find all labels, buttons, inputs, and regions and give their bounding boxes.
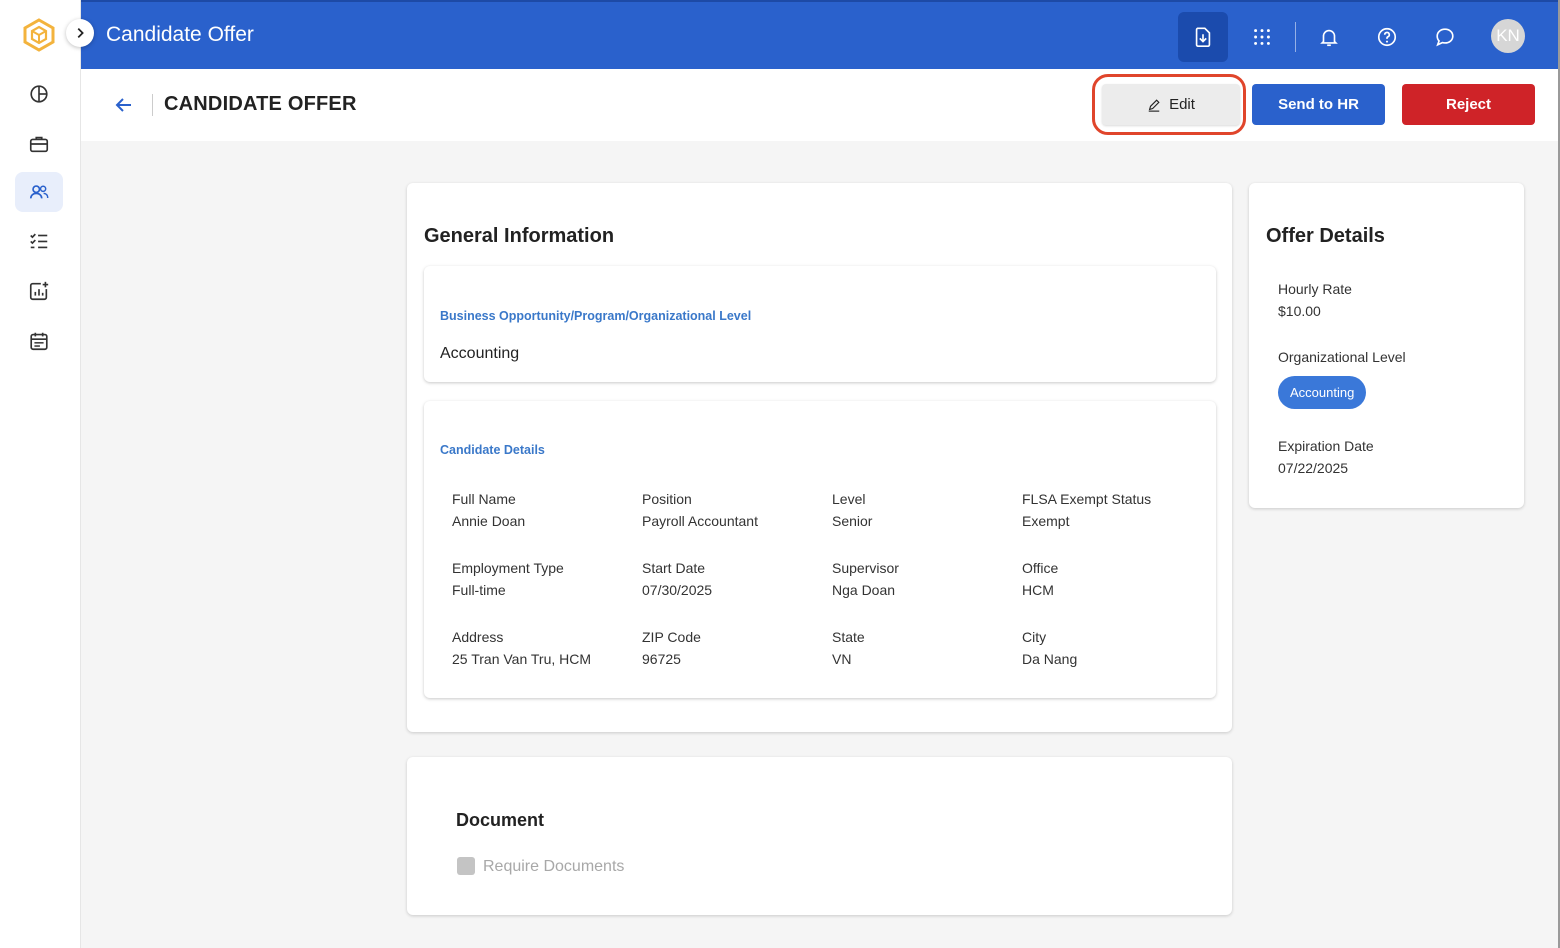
hourly-rate-label: Hourly Rate [1278, 281, 1352, 297]
field-label: Office [1022, 560, 1059, 576]
candidate-details-label: Candidate Details [440, 443, 545, 457]
field-value: HCM [1022, 582, 1054, 598]
org-level-label: Organizational Level [1278, 349, 1406, 365]
calendar-icon [30, 332, 48, 351]
download-document-icon [1195, 27, 1211, 47]
expiration-date-label: Expiration Date [1278, 438, 1374, 454]
field-position: Position Payroll Accountant [642, 491, 822, 529]
sidebar-item-jobs[interactable] [15, 124, 63, 164]
general-information-card: General Information Business Opportunity… [407, 183, 1232, 732]
general-information-title: General Information [424, 225, 615, 247]
apps-grid-button[interactable] [1237, 12, 1287, 62]
offer-details-card: Offer Details Hourly Rate $10.00 Organiz… [1249, 183, 1524, 508]
document-title: Document [456, 810, 545, 830]
help-icon [1377, 27, 1397, 47]
field-office: Office HCM [1022, 560, 1202, 598]
field-value: VN [832, 651, 852, 667]
business-opportunity-value: Accounting [440, 345, 520, 362]
business-opportunity-label: Business Opportunity/Program/Organizatio… [440, 309, 752, 323]
field-value: 07/30/2025 [642, 582, 713, 598]
help-button[interactable] [1362, 12, 1412, 62]
page-header: CANDIDATE OFFER Edit Send to HR Reject [81, 69, 1560, 141]
field-city: City Da Nang [1022, 629, 1202, 667]
field-start-date: Start Date 07/30/2025 [642, 560, 822, 598]
checklist-icon [30, 233, 48, 249]
field-value: Nga Doan [832, 582, 896, 598]
field-label: Start Date [642, 560, 706, 576]
hourly-rate-value: $10.00 [1278, 303, 1321, 319]
field-value: 25 Tran Van Tru, HCM [452, 651, 592, 667]
apps-grid-icon [1254, 29, 1270, 45]
back-button[interactable] [113, 94, 135, 116]
field-zip-code: ZIP Code 96725 [642, 629, 822, 667]
field-label: State [832, 629, 865, 645]
field-level: Level Senior [832, 491, 1012, 529]
top-bar: Candidate Offer KN [81, 0, 1560, 69]
field-label: ZIP Code [642, 629, 701, 645]
field-value: Senior [832, 513, 873, 529]
notifications-button[interactable] [1304, 12, 1354, 62]
bell-icon [1320, 29, 1338, 47]
arrow-left-icon [115, 98, 131, 112]
sidebar-item-calendar[interactable] [15, 321, 63, 361]
field-value: Full-time [452, 582, 506, 598]
document-card: Document Require Documents [407, 757, 1232, 915]
field-label: Supervisor [832, 560, 899, 576]
field-label: Employment Type [452, 560, 564, 576]
field-label: FLSA Exempt Status [1022, 491, 1152, 507]
pie-chart-icon [30, 85, 48, 103]
send-to-hr-button[interactable]: Send to HR [1252, 84, 1385, 125]
edit-highlight-ring [1092, 74, 1246, 135]
field-label: Level [832, 491, 866, 507]
field-address: Address 25 Tran Van Tru, HCM [452, 629, 632, 667]
field-label: Position [642, 491, 692, 507]
sidebar-item-dashboard[interactable] [15, 74, 63, 114]
download-document-button[interactable] [1178, 12, 1228, 62]
sidebar-item-reports[interactable] [15, 271, 63, 311]
field-label: City [1022, 629, 1047, 645]
require-documents-checkbox[interactable] [457, 857, 475, 875]
field-state: State VN [832, 629, 1012, 667]
chat-icon [1436, 28, 1454, 47]
page-title: CANDIDATE OFFER [164, 93, 357, 115]
sidebar-expand-button[interactable] [66, 19, 94, 47]
field-full-name: Full Name Annie Doan [452, 491, 632, 529]
app-logo-icon[interactable] [22, 18, 56, 52]
chevron-right-icon [77, 28, 84, 38]
chart-add-icon [29, 281, 49, 301]
field-value: Annie Doan [452, 513, 526, 529]
header-divider [152, 94, 153, 116]
sidebar-item-tasks[interactable] [15, 221, 63, 261]
expiration-date-value: 07/22/2025 [1278, 460, 1349, 476]
field-value: Payroll Accountant [642, 513, 758, 529]
org-level-chip: Accounting [1278, 376, 1367, 409]
reject-button[interactable]: Reject [1402, 84, 1535, 125]
field-employment-type: Employment Type Full-time [452, 560, 632, 598]
field-value: Exempt [1022, 513, 1070, 529]
user-avatar[interactable]: KN [1491, 19, 1525, 53]
topbar-divider [1295, 22, 1296, 52]
chat-button[interactable] [1420, 12, 1470, 62]
users-icon [29, 185, 49, 199]
sidebar-item-candidates[interactable] [15, 172, 63, 212]
briefcase-icon [29, 136, 49, 153]
field-label: Address [452, 629, 504, 645]
field-label: Full Name [452, 491, 516, 507]
business-opportunity-section: Business Opportunity/Program/Organizatio… [424, 266, 1216, 382]
field-supervisor: Supervisor Nga Doan [832, 560, 1012, 598]
left-sidebar [0, 0, 81, 948]
field-value: 96725 [642, 651, 681, 667]
require-documents-label: Require Documents [483, 858, 625, 875]
field-value: Da Nang [1022, 651, 1078, 667]
app-title: Candidate Offer [106, 23, 254, 46]
candidate-details-section: Candidate Details Full Name Annie Doan P… [424, 401, 1216, 698]
field-flsa-exempt-status: FLSA Exempt Status Exempt [1022, 491, 1202, 529]
offer-details-title: Offer Details [1266, 225, 1385, 247]
